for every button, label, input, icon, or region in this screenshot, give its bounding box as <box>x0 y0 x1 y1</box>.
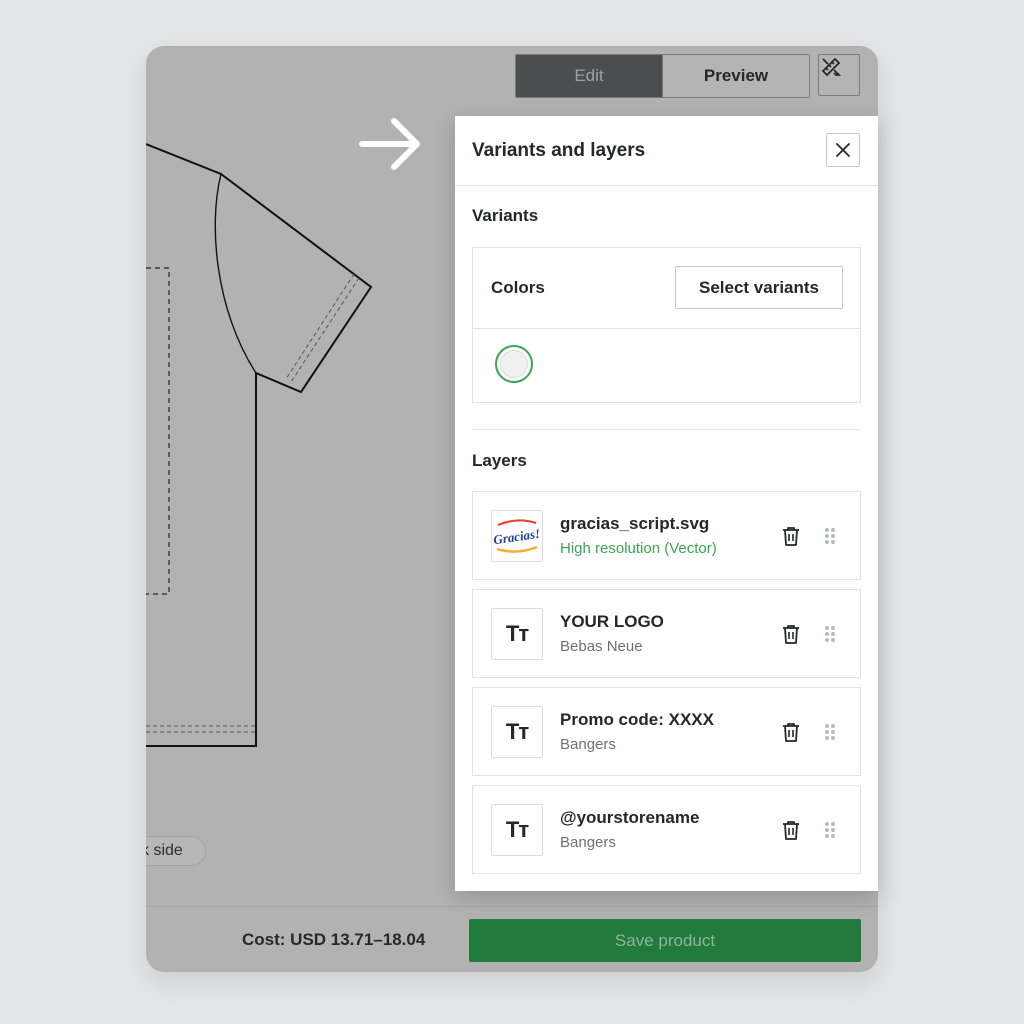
layer-name: gracias_script.svg <box>560 514 710 533</box>
select-variants-button[interactable]: Select variants <box>675 266 843 309</box>
drag-handle-icon[interactable] <box>823 722 837 742</box>
text-type-icon: Tт <box>505 817 529 842</box>
ruler-pencil-icon <box>821 57 842 77</box>
layer-item[interactable]: Tт @yourstorename Bangers <box>472 785 861 874</box>
preview-mode-button[interactable]: Preview <box>662 55 809 97</box>
save-product-button[interactable]: Save product <box>469 919 861 962</box>
variants-heading: Variants <box>472 206 539 225</box>
drag-handle-icon[interactable] <box>823 820 837 840</box>
text-type-icon: Tт <box>505 719 529 744</box>
layer-item[interactable]: Tт YOUR LOGO Bebas Neue <box>472 589 861 678</box>
panel-header: Variants and layers <box>455 116 878 186</box>
gracias-artwork-thumbnail: Gracias! <box>492 519 541 553</box>
layers-heading: Layers <box>472 451 527 470</box>
close-icon <box>836 143 850 157</box>
drag-handle-icon[interactable] <box>823 624 837 644</box>
layer-thumbnail: Tт <box>491 804 543 856</box>
colors-label: Colors <box>491 278 545 297</box>
cost-label: Cost: USD 13.71–18.04 <box>242 930 426 949</box>
section-divider <box>472 429 861 430</box>
svg-text:Gracias!: Gracias! <box>492 526 541 547</box>
layer-item[interactable]: Gracias! gracias_script.svg High resolut… <box>472 491 861 580</box>
trash-icon[interactable] <box>780 623 802 645</box>
colors-row: Colors Select variants <box>473 248 860 329</box>
color-swatch-fill <box>500 350 528 378</box>
edit-mode-button[interactable]: Edit <box>516 55 662 97</box>
trash-icon[interactable] <box>780 525 802 547</box>
layer-name: @yourstorename <box>560 808 700 827</box>
side-toggle-chip[interactable]: k side <box>146 836 206 866</box>
layer-font: Bangers <box>560 834 616 851</box>
layer-resolution: High resolution (Vector) <box>560 540 717 557</box>
variants-layers-panel: Variants and layers Variants Colors Sele… <box>455 116 878 891</box>
tools-button[interactable] <box>818 54 860 96</box>
layer-font: Bebas Neue <box>560 638 643 655</box>
trash-icon[interactable] <box>780 721 802 743</box>
color-swatch[interactable] <box>495 345 533 383</box>
print-area-outline <box>146 267 170 595</box>
layer-name: Promo code: XXXX <box>560 710 714 729</box>
right-arrow-icon <box>359 118 420 170</box>
layer-thumbnail: Tт <box>491 608 543 660</box>
trash-icon[interactable] <box>780 819 802 841</box>
mode-toggle: Edit Preview <box>515 54 810 98</box>
layer-font: Bangers <box>560 736 616 753</box>
panel-title: Variants and layers <box>472 139 646 161</box>
text-type-icon: Tт <box>505 621 529 646</box>
layer-thumbnail: Gracias! <box>491 510 543 562</box>
variants-box: Colors Select variants <box>472 247 861 403</box>
layer-item[interactable]: Tт Promo code: XXXX Bangers <box>472 687 861 776</box>
side-toggle-label: k side <box>146 842 183 859</box>
close-button[interactable] <box>826 133 860 167</box>
editor-footer: Cost: USD 13.71–18.04 Save product <box>146 906 878 972</box>
drag-handle-icon[interactable] <box>823 526 837 546</box>
layer-thumbnail: Tт <box>491 706 543 758</box>
layer-name: YOUR LOGO <box>560 612 664 631</box>
